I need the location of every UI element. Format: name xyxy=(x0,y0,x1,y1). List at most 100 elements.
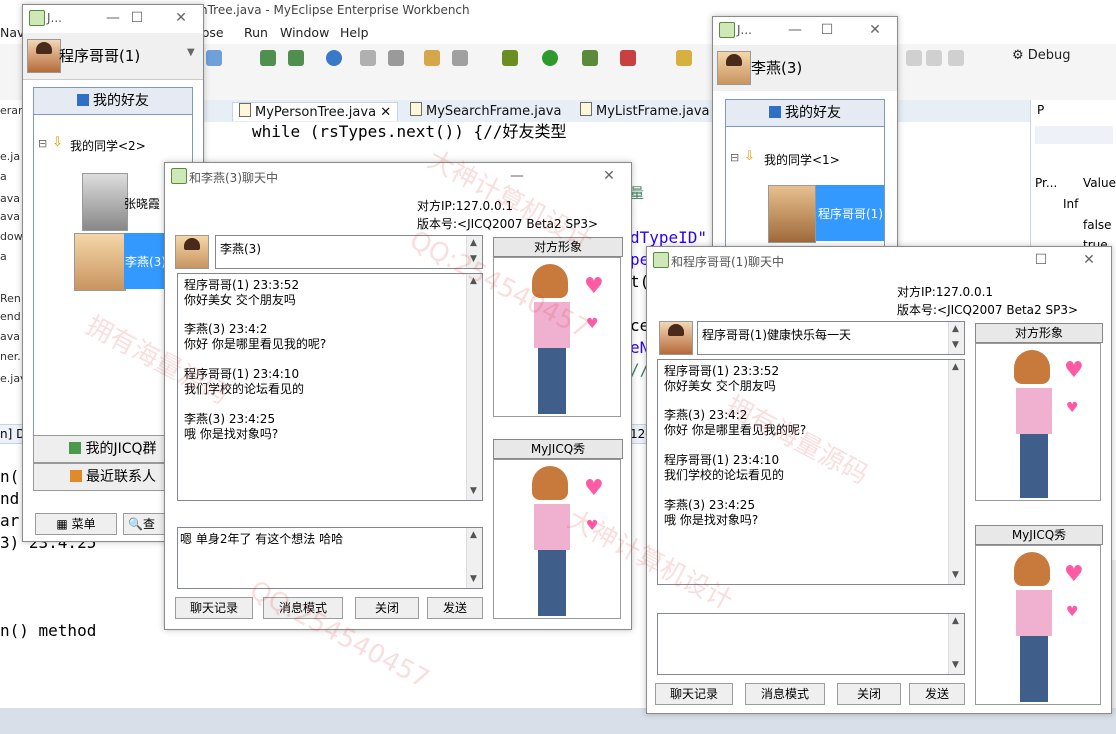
property-row[interactable]: false xyxy=(1083,218,1116,232)
friend-avatar[interactable] xyxy=(74,233,126,291)
close-button[interactable]: ✕ xyxy=(171,10,191,26)
explorer-item[interactable]: a xyxy=(0,250,7,263)
explorer-item[interactable]: ava xyxy=(0,192,20,205)
maximize-button[interactable]: ☐ xyxy=(817,22,837,38)
group-name[interactable]: 我的同学<2> xyxy=(70,137,146,154)
group-name[interactable]: 我的同学<1> xyxy=(764,151,840,168)
run-icon[interactable] xyxy=(542,50,558,66)
toolbar-tool-icon[interactable] xyxy=(424,50,440,66)
collapse-icon[interactable]: ⊟ xyxy=(38,137,47,150)
minimize-button[interactable]: — xyxy=(103,10,123,26)
explorer-item[interactable]: dow xyxy=(0,230,23,243)
toolbar-tool-icon[interactable] xyxy=(388,50,404,66)
explorer-item[interactable]: e.ja xyxy=(0,150,20,163)
message-header: 程序哥哥(1) 23:3:52 xyxy=(184,278,300,292)
chevron-down-icon[interactable]: ▼ xyxy=(187,47,195,58)
scrollbar[interactable]: ▲ ▼ xyxy=(948,322,964,354)
message-input[interactable]: 嗯 单身2年了 有这个想法 哈哈 ▲ ▼ xyxy=(177,527,483,589)
explorer-item[interactable]: Ren xyxy=(0,292,21,305)
debug-icon[interactable] xyxy=(502,50,518,66)
friend-selected[interactable]: 程序哥哥(1) xyxy=(816,185,884,241)
message-mode-button[interactable]: 消息模式 xyxy=(745,683,825,705)
tab-my-friends[interactable]: 我的好友 xyxy=(725,99,885,127)
property-row[interactable]: Inf xyxy=(1063,197,1116,211)
message-mode-button[interactable]: 消息模式 xyxy=(263,597,343,619)
user-header[interactable]: 程序哥哥(1) ▼ xyxy=(23,33,203,80)
tab-mylistframe[interactable]: MyListFrame.java xyxy=(574,102,716,120)
explorer-item[interactable]: end xyxy=(0,310,21,323)
message-input[interactable]: ▲ ▼ xyxy=(657,613,965,675)
explorer-item[interactable]: ava xyxy=(0,330,20,343)
tab-my-friends[interactable]: 我的好友 xyxy=(33,87,193,115)
friends-icon xyxy=(77,94,89,106)
toolbar-tool-icon[interactable] xyxy=(676,50,692,66)
close-chat-button[interactable]: 关闭 xyxy=(837,683,901,705)
figure-shirt xyxy=(1016,388,1052,434)
explorer-item[interactable]: ner. xyxy=(0,350,21,363)
scroll-up-icon[interactable]: ▲ xyxy=(952,324,959,334)
scroll-down-icon[interactable]: ▼ xyxy=(470,254,477,264)
scroll-up-icon[interactable]: ▲ xyxy=(470,530,477,540)
input-text: 嗯 单身2年了 有这个想法 哈哈 xyxy=(180,532,344,546)
toolbar-tool-icon[interactable] xyxy=(288,50,304,66)
scrollbar[interactable]: ▲ ▼ xyxy=(466,236,482,268)
scrollbar[interactable]: ▲ ▼ xyxy=(466,528,482,588)
scroll-down-icon[interactable]: ▼ xyxy=(952,660,959,670)
toolbar-tool-icon[interactable] xyxy=(582,50,598,66)
explorer-item[interactable]: ava xyxy=(0,210,20,223)
heart-icon: ♥ xyxy=(586,316,599,332)
toolbar-tool-icon[interactable] xyxy=(906,50,922,66)
toolbar-tool-icon[interactable] xyxy=(260,50,276,66)
explorer-item[interactable]: a xyxy=(0,170,7,183)
close-chat-button[interactable]: 关闭 xyxy=(355,597,419,619)
send-button[interactable]: 发送 xyxy=(427,597,483,619)
scroll-down-icon[interactable]: ▼ xyxy=(470,574,477,584)
avatar[interactable] xyxy=(717,51,751,85)
menu-button[interactable]: ▦ 菜单 xyxy=(35,513,117,535)
globe-icon[interactable] xyxy=(326,50,342,66)
chat-history-button[interactable]: 聊天记录 xyxy=(175,597,253,619)
menu-navigate[interactable]: Nav xyxy=(0,25,24,40)
minimize-button[interactable]: — xyxy=(785,22,805,38)
menu-help[interactable]: Help xyxy=(340,25,369,40)
close-button[interactable]: ✕ xyxy=(1079,252,1099,268)
scrollbar[interactable]: ▲ ▼ xyxy=(948,614,964,674)
scroll-down-icon[interactable]: ▼ xyxy=(952,340,959,350)
scroll-up-icon[interactable]: ▲ xyxy=(470,238,477,248)
perspective-debug[interactable]: ⚙ Debug xyxy=(1012,48,1071,63)
minimize-button[interactable]: — xyxy=(507,168,527,184)
toolbar-tool-icon[interactable] xyxy=(360,50,376,66)
friend-avatar[interactable] xyxy=(768,185,816,243)
send-button[interactable]: 发送 xyxy=(909,683,965,705)
toolbar-tool-icon[interactable] xyxy=(948,50,964,66)
code-line: dTypeID" xyxy=(630,228,708,247)
message-history[interactable]: 程序哥哥(1) 23:3:52 你好美女 交个朋友吗 李燕(3) 23:4:2 … xyxy=(177,273,483,501)
close-button[interactable]: ✕ xyxy=(865,22,885,38)
maximize-button[interactable]: ☐ xyxy=(1031,252,1051,268)
menu-window[interactable]: Window xyxy=(280,25,329,40)
toolbar-tool-icon[interactable] xyxy=(206,50,222,66)
properties-tab[interactable]: P xyxy=(1037,103,1044,117)
scroll-down-icon[interactable]: ▼ xyxy=(470,486,477,496)
chat-history-button[interactable]: 聊天记录 xyxy=(655,683,733,705)
maximize-button[interactable]: ☐ xyxy=(127,10,147,26)
scroll-up-icon[interactable]: ▲ xyxy=(470,276,477,286)
message-history[interactable]: 程序哥哥(1) 23:3:52 你好美女 交个朋友吗 李燕(3) 23:4:2 … xyxy=(657,359,965,585)
button-label: 查 xyxy=(142,517,155,531)
toolbar-tool-icon[interactable] xyxy=(926,50,942,66)
friend-avatar[interactable] xyxy=(82,173,128,231)
avatar[interactable] xyxy=(27,39,61,73)
scroll-down-icon[interactable]: ▼ xyxy=(952,570,959,580)
scrollbar[interactable]: ▲ ▼ xyxy=(466,274,482,500)
toolbar-tool-icon[interactable] xyxy=(620,50,636,66)
toolbar-tool-icon[interactable] xyxy=(452,50,468,66)
friend-name[interactable]: 张晓霞 xyxy=(124,195,160,212)
close-button[interactable]: ✕ xyxy=(599,168,619,184)
scroll-up-icon[interactable]: ▲ xyxy=(952,362,959,372)
user-header[interactable]: 李燕(3) xyxy=(713,45,897,91)
collapse-icon[interactable]: ⊟ xyxy=(730,151,739,164)
scroll-up-icon[interactable]: ▲ xyxy=(952,616,959,626)
menu-run[interactable]: Run xyxy=(244,25,268,40)
scrollbar[interactable]: ▲ ▼ xyxy=(948,360,964,584)
explorer-item[interactable]: erar xyxy=(0,104,23,117)
